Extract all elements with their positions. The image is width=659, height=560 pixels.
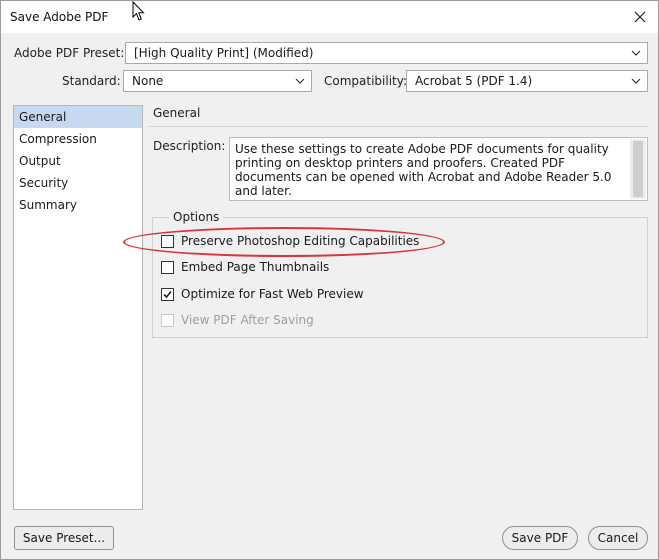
window-title: Save Adobe PDF <box>10 10 109 24</box>
sidebar-item-output[interactable]: Output <box>14 150 142 172</box>
save-preset-button[interactable]: Save Preset... <box>14 526 114 550</box>
sidebar-item-summary[interactable]: Summary <box>14 194 142 216</box>
option-label: View PDF After Saving <box>181 313 314 327</box>
close-button[interactable] <box>628 5 652 29</box>
sidebar-item-general[interactable]: General <box>14 106 142 128</box>
section-title: General <box>153 106 201 120</box>
section-divider <box>148 126 648 127</box>
description-scrollbar[interactable] <box>630 139 646 199</box>
compatibility-select[interactable]: Acrobat 5 (PDF 1.4) <box>406 70 648 92</box>
category-list: General Compression Output Security Summ… <box>13 105 143 510</box>
standard-value: None <box>132 74 164 88</box>
close-icon <box>634 11 646 23</box>
standard-label: Standard: <box>62 74 121 88</box>
chevron-down-icon <box>631 50 641 56</box>
cancel-button[interactable]: Cancel <box>588 526 648 550</box>
sidebar-item-security[interactable]: Security <box>14 172 142 194</box>
chevron-down-icon <box>295 78 305 84</box>
scrollbar-thumb[interactable] <box>633 141 643 197</box>
compatibility-label: Compatibility: <box>324 74 408 88</box>
embed-page-thumbnails-checkbox[interactable]: Embed Page Thumbnails <box>161 259 329 275</box>
description-text: Use these settings to create Adobe PDF d… <box>235 142 612 198</box>
options-legend: Options <box>169 210 224 224</box>
description-textarea[interactable]: Use these settings to create Adobe PDF d… <box>229 137 648 201</box>
checkbox-box[interactable] <box>161 287 174 301</box>
optimize-fast-web-preview-checkbox[interactable]: Optimize for Fast Web Preview <box>161 286 364 302</box>
sidebar-item-compression[interactable]: Compression <box>14 128 142 150</box>
preset-label: Adobe PDF Preset: <box>14 46 125 60</box>
preset-value: [High Quality Print] (Modified) <box>134 46 314 60</box>
preset-select[interactable]: [High Quality Print] (Modified) <box>125 42 648 64</box>
description-label: Description: <box>153 139 226 153</box>
compatibility-value: Acrobat 5 (PDF 1.4) <box>415 74 533 88</box>
save-pdf-button[interactable]: Save PDF <box>502 526 578 550</box>
option-label: Preserve Photoshop Editing Capabilities <box>181 234 420 248</box>
checkmark-icon <box>163 290 172 298</box>
view-pdf-after-saving-checkbox: View PDF After Saving <box>161 312 314 328</box>
checkbox-box[interactable] <box>161 234 174 248</box>
option-label: Optimize for Fast Web Preview <box>181 287 364 301</box>
save-adobe-pdf-dialog: Save Adobe PDF Adobe PDF Preset: [High Q… <box>0 0 659 560</box>
standard-select[interactable]: None <box>123 70 312 92</box>
chevron-down-icon <box>631 78 641 84</box>
preserve-photoshop-editing-checkbox[interactable]: Preserve Photoshop Editing Capabilities <box>161 233 419 249</box>
mouse-pointer-icon <box>132 1 145 21</box>
title-bar: Save Adobe PDF <box>1 1 658 33</box>
checkbox-box <box>161 313 174 327</box>
checkbox-box[interactable] <box>161 260 174 274</box>
option-label: Embed Page Thumbnails <box>181 260 330 274</box>
